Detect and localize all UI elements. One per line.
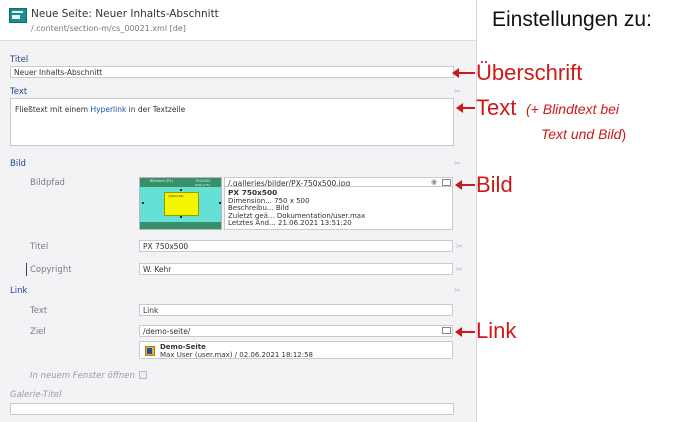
ziel-label: Ziel [30,327,46,337]
titel-input[interactable]: Neuer Inhalts-Abschnitt [10,66,454,78]
thumb-bottom-band [140,222,221,229]
thumb-marker [219,202,221,204]
page-icon [145,346,155,356]
new-window-checkbox[interactable] [139,371,147,379]
scissors-icon[interactable]: ✂ [453,286,462,295]
image-info-box: PX 750x500 Dimension... 750 x 500 Beschr… [224,186,453,230]
annotation-ueberschrift: Überschrift [476,60,583,85]
new-window-label: In neuem Fenster öffnen [30,371,135,381]
editor-title: Neue Seite: Neuer Inhalts-Abschnitt [31,8,219,20]
folder-icon[interactable] [442,327,451,334]
titel-label: Titel [10,55,29,65]
copyright-label: Copyright [30,265,72,275]
link-text-input[interactable]: Link [139,304,453,316]
annotation-text-note-2: Text und Bild) [541,126,626,142]
bildpfad-label: Bildpfad [30,178,65,188]
annotation-title: Einstellungen zu: [492,8,652,31]
arrow-icon [455,327,475,337]
info-value: 21.06.2021 13:51:20 [278,219,352,228]
thumb-marker [142,202,144,204]
text-plain-2: in der Textzeile [126,105,186,114]
thumb-marker [180,189,182,191]
link-text-label: Text [30,306,48,316]
text-editor[interactable]: Fließtext mit einem Hyperlink in der Tex… [10,98,454,146]
annotation-link: Link [476,318,517,343]
target-name: Demo-Seite [160,343,206,351]
ziel-input[interactable]: /demo-seite/ [139,325,453,337]
annotation-text-note-2-italic: Text und Bild [541,126,622,142]
arrow-icon [452,68,475,78]
content-type-icon [9,8,27,23]
thumb-text: (PX0-275) [195,183,210,187]
arrow-icon [455,180,475,190]
resource-path: /.content/section-m/cs_00021.xml [de] [31,24,186,33]
scissors-icon[interactable]: ✂ [453,87,462,96]
link-label: Link [10,286,28,296]
editor-panel: Neue Seite: Neuer Inhalts-Abschnitt /.co… [0,0,477,422]
thumb-marker [180,216,182,218]
text-hyperlink[interactable]: Hyperlink [90,105,126,114]
scissors-icon[interactable]: ✂ [453,159,462,168]
bild-titel-input[interactable]: PX 750x500 [139,240,453,252]
annotation-text-note-1: (+ Blindtext bei [526,101,619,117]
editor-header: Neue Seite: Neuer Inhalts-Abschnitt /.co… [0,0,476,41]
target-info-box: Demo-Seite Max User (user.max) / 02.06.2… [139,341,453,359]
thumb-text: (160x106) [168,194,184,198]
bild-label: Bild [10,159,26,169]
eye-icon[interactable]: ◉ [431,178,437,186]
bild-titel-label: Titel [30,242,49,252]
copyright-input[interactable]: W. Kehr [139,263,453,275]
folder-icon[interactable] [442,179,451,186]
annotation-text-note-paren: ) [621,126,627,142]
annotation-text: Text [476,95,517,120]
text-plain-1: Fließtext mit einem [15,105,91,114]
scissors-icon[interactable]: ✂ [455,265,464,274]
arrow-icon [456,103,475,113]
text-cursor [26,263,27,276]
target-details: Max User (user.max) / 02.06.2021 18:12:5… [160,351,313,359]
info-key: Letztes Änd... [228,219,276,228]
galerie-input[interactable] [10,403,454,415]
text-label: Text [10,87,28,97]
thumb-text: Bildrand (PX) [150,179,173,183]
annotation-bild: Bild [476,172,513,197]
image-thumbnail[interactable]: Bildrand (PX) 750x500 (PX0-275) (160x106… [139,177,222,230]
galerie-label: Galerie-Titel [10,390,62,400]
scissors-icon[interactable]: ✂ [455,242,464,251]
